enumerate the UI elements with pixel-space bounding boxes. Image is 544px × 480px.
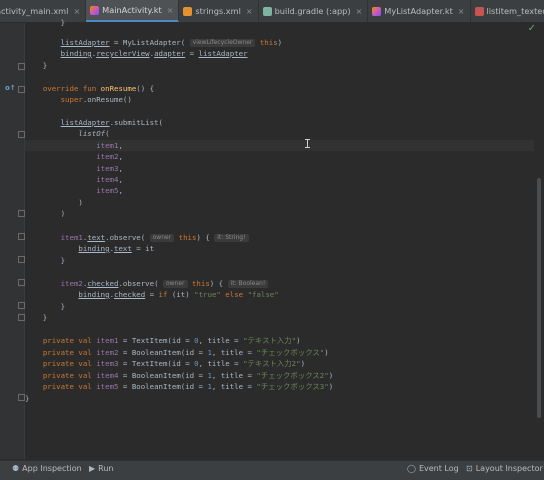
code-line: binding.checked = if (it) "true" else "f…	[25, 289, 534, 300]
code-line: }	[25, 17, 534, 28]
fold-marker-icon[interactable]	[18, 279, 25, 286]
fold-marker-icon[interactable]	[18, 233, 25, 240]
tab-label: MyListAdapter.kt	[384, 6, 453, 16]
app-inspection-label: App Inspection	[22, 464, 82, 473]
kotlin-file-icon	[372, 7, 381, 16]
tab-label: listitem_textedit.xml	[487, 6, 544, 16]
close-icon[interactable]: ×	[458, 7, 465, 16]
code-line: )	[25, 208, 534, 219]
code-line: }	[25, 60, 534, 71]
code-line: )	[25, 197, 534, 208]
app-inspection-button[interactable]: ⚉ App Inspection	[12, 464, 82, 473]
code-line: }	[25, 301, 534, 312]
code-line: }	[25, 393, 534, 404]
close-icon[interactable]: ×	[356, 7, 363, 16]
tab-label: MainActivity.kt	[102, 5, 162, 15]
code-line: private val item5 = BooleanItem(id = 1, …	[25, 381, 534, 392]
layout-file-icon	[475, 7, 484, 16]
close-icon[interactable]: ×	[246, 7, 253, 16]
fold-marker-icon[interactable]	[18, 210, 25, 217]
status-bar: ⚉ App Inspection ▶ Run ◯ Event Log ⊡ Lay…	[0, 460, 544, 480]
run-label: Run	[98, 464, 113, 473]
tab-label: strings.xml	[195, 6, 240, 16]
fold-marker-icon[interactable]	[18, 314, 25, 321]
fold-marker-icon[interactable]	[18, 394, 25, 401]
code-line: private val item4 = BooleanItem(id = 1, …	[25, 370, 534, 381]
code-line: listOf(	[25, 128, 534, 139]
text-cursor-icon	[307, 139, 308, 148]
code-line: item1.text.observe( owner this) { it: St…	[25, 232, 534, 243]
tab-label: activity_main.xml	[0, 6, 68, 16]
event-log-label: Event Log	[419, 464, 459, 473]
close-icon[interactable]: ×	[167, 6, 174, 15]
editor-gutter: o↑	[0, 23, 25, 459]
close-icon[interactable]: ×	[73, 7, 80, 16]
event-log-icon: ◯	[407, 464, 416, 473]
fold-marker-icon[interactable]	[18, 256, 25, 263]
event-log-button[interactable]: ◯ Event Log	[407, 464, 459, 473]
run-icon: ▶	[89, 464, 95, 473]
scrollbar-thumb[interactable]	[537, 178, 541, 418]
code-line: item3,	[25, 163, 534, 174]
code-editor[interactable]: } listAdapter = MyListAdapter( viewLifec…	[25, 23, 534, 459]
editor-scrollbar[interactable]	[534, 23, 544, 459]
layout-inspector-button[interactable]: ⊡ Layout Inspector	[466, 464, 543, 473]
gradle-file-icon	[263, 7, 272, 16]
fold-marker-icon[interactable]	[18, 131, 25, 138]
layout-inspector-icon: ⊡	[466, 464, 473, 473]
fold-marker-icon[interactable]	[18, 302, 25, 309]
code-line: super.onResume()	[25, 94, 534, 105]
code-line: private val item2 = BooleanItem(id = 1, …	[25, 347, 534, 358]
code-line: listAdapter = MyListAdapter( viewLifecyc…	[25, 37, 534, 48]
layout-inspector-label: Layout Inspector	[476, 464, 543, 473]
code-line: item5,	[25, 185, 534, 196]
fold-marker-icon[interactable]	[18, 86, 25, 93]
code-line: item1,	[25, 140, 534, 151]
code-line: }	[25, 255, 534, 266]
kotlin-file-icon	[90, 6, 99, 15]
code-line: listAdapter.submitList(	[25, 117, 534, 128]
override-gutter-icon[interactable]: o↑	[5, 84, 16, 92]
code-line: private val item1 = TextItem(id = 0, tit…	[25, 335, 534, 346]
code-line: item2.checked.observe( owner this) { it:…	[25, 278, 534, 289]
xml-file-icon	[183, 7, 192, 16]
code-line: item4,	[25, 174, 534, 185]
code-line: private val item3 = TextItem(id = 0, tit…	[25, 358, 534, 369]
code-line: override fun onResume() {	[25, 83, 534, 94]
code-line: binding.text = it	[25, 243, 534, 254]
code-line: }	[25, 312, 534, 323]
code-line: item2,	[25, 151, 534, 162]
code-line: binding.recyclerView.adapter = listAdapt…	[25, 48, 534, 59]
tab-label: build.gradle (:app)	[275, 6, 351, 16]
fold-marker-icon[interactable]	[18, 63, 25, 70]
run-button[interactable]: ▶ Run	[89, 464, 114, 473]
inspection-icon: ⚉	[12, 464, 19, 473]
